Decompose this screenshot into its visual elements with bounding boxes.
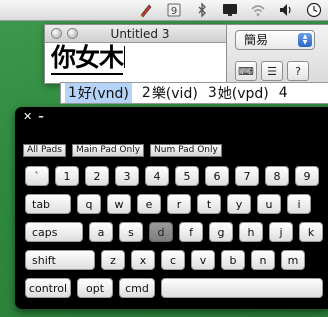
key-c[interactable]: c — [161, 250, 185, 270]
num-pad-only-button[interactable]: Num Pad Only — [150, 144, 222, 157]
candidate-text: 樂(vid) — [151, 86, 198, 102]
key-s[interactable]: s — [119, 222, 143, 242]
composing-text: 你女木 — [51, 43, 124, 75]
volume-icon[interactable] — [278, 2, 294, 18]
minimize-button[interactable] — [67, 28, 78, 39]
key-t[interactable]: t — [197, 194, 221, 214]
key-shift[interactable]: shift — [25, 250, 95, 270]
candidate-bar: 1 好(vnd) 2 樂(vid) 3 她(vpd) 4 — [60, 82, 328, 104]
key-2[interactable]: 2 — [85, 166, 109, 186]
key-w[interactable]: w — [107, 194, 131, 214]
key-3[interactable]: 3 — [115, 166, 139, 186]
key-a[interactable]: a — [89, 222, 113, 242]
key-space[interactable] — [161, 278, 323, 298]
document-title: Untitled 3 — [110, 26, 170, 41]
candidate-number: 1 — [68, 85, 77, 101]
input-mode-label: 簡易 — [244, 33, 269, 47]
key-option[interactable]: opt — [77, 278, 113, 298]
key-9[interactable]: 9 — [295, 166, 319, 186]
preferences-button[interactable]: ☰ — [261, 61, 283, 81]
display-icon[interactable] — [222, 2, 238, 18]
svg-text:9: 9 — [171, 6, 177, 17]
key-8[interactable]: 8 — [265, 166, 289, 186]
key-x[interactable]: x — [131, 250, 155, 270]
menu-bar: 9 — [0, 0, 328, 21]
key-q[interactable]: q — [77, 194, 101, 214]
close-button[interactable] — [51, 28, 62, 39]
document-window: Untitled 3 你女木 — [44, 24, 228, 84]
key-1[interactable]: 1 — [55, 166, 79, 186]
key-b[interactable]: b — [221, 250, 245, 270]
candidate-item-3[interactable]: 3 她(vpd) — [208, 83, 269, 103]
document-text-area[interactable]: 你女木 — [45, 43, 227, 83]
chevron-updown-icon: ▲ ▼ — [298, 33, 312, 47]
pencil-icon[interactable] — [138, 2, 154, 18]
key-4[interactable]: 4 — [145, 166, 169, 186]
key-e[interactable]: e — [137, 194, 161, 214]
minimize-icon[interactable]: – — [38, 110, 44, 123]
candidate-text: 她(vpd) — [217, 86, 269, 102]
key-d[interactable]: d — [149, 222, 173, 242]
key-y[interactable]: y — [227, 194, 251, 214]
key-6[interactable]: 6 — [205, 166, 229, 186]
candidate-item-4[interactable]: 4 — [279, 85, 288, 101]
input-mode-select[interactable]: 簡易 ▲ ▼ — [235, 30, 315, 50]
key-control[interactable]: control — [25, 278, 71, 298]
wifi-icon[interactable] — [250, 2, 266, 18]
bluetooth-icon[interactable] — [194, 2, 210, 18]
key-caps[interactable]: caps — [25, 222, 83, 242]
keyboard-viewer: ✕ – All Pads Main Pad Only Num Pad Only … — [15, 107, 328, 309]
keyboard-viewer-button[interactable]: ⌨ — [235, 61, 257, 81]
close-icon[interactable]: ✕ — [23, 110, 32, 123]
candidate-item-2[interactable]: 2 樂(vid) — [142, 83, 198, 103]
clock-icon[interactable] — [306, 2, 322, 18]
key-i[interactable]: i — [287, 194, 311, 214]
key-j[interactable]: j — [269, 222, 293, 242]
key-k[interactable]: k — [299, 222, 323, 242]
key-backtick[interactable]: ` — [25, 166, 49, 186]
key-tab[interactable]: tab — [25, 194, 71, 214]
key-g[interactable]: g — [209, 222, 233, 242]
key-command[interactable]: cmd — [119, 278, 155, 298]
candidate-number: 3 — [207, 85, 217, 101]
key-h[interactable]: h — [239, 222, 263, 242]
key-r[interactable]: r — [167, 194, 191, 214]
candidate-text: 好(vnd) — [77, 86, 129, 102]
key-u[interactable]: u — [257, 194, 281, 214]
candidate-item-1[interactable]: 1 好(vnd) — [65, 83, 132, 103]
key-f[interactable]: f — [179, 222, 203, 242]
candidate-number: 2 — [141, 85, 151, 101]
input-method-palette: 簡易 ▲ ▼ ⌨ ☰ ? — [226, 24, 328, 86]
help-button[interactable]: ? — [287, 61, 309, 81]
key-v[interactable]: v — [191, 250, 215, 270]
key-7[interactable]: 7 — [235, 166, 259, 186]
key-z[interactable]: z — [101, 250, 125, 270]
main-pad-only-button[interactable]: Main Pad Only — [71, 144, 145, 157]
text-caret — [124, 46, 126, 68]
all-pads-button[interactable]: All Pads — [23, 144, 66, 157]
key-n[interactable]: n — [251, 250, 275, 270]
input-menu-icon[interactable]: 9 — [166, 2, 182, 18]
document-titlebar[interactable]: Untitled 3 — [45, 25, 227, 43]
key-m[interactable]: m — [281, 250, 305, 270]
key-5[interactable]: 5 — [175, 166, 199, 186]
